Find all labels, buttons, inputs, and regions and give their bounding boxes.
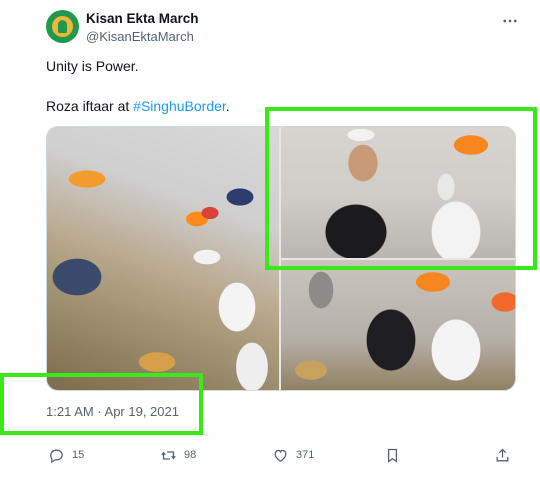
more-options-icon[interactable] — [498, 9, 522, 33]
reply-button[interactable]: 15 — [48, 444, 84, 466]
like-button[interactable]: 371 — [272, 444, 314, 466]
like-count: 371 — [296, 449, 315, 461]
action-bar: 15 98 371 — [46, 444, 516, 466]
user-handle[interactable]: @KisanEktaMarch — [86, 29, 194, 44]
avatar[interactable] — [46, 10, 79, 43]
photo-sharing-meal[interactable] — [281, 260, 515, 390]
share-button[interactable] — [494, 444, 511, 466]
share-icon — [496, 448, 509, 461]
post-text-line-2: Roza iftaar at #SinghuBorder. — [46, 98, 230, 114]
photo-iftaar-crowd[interactable] — [47, 127, 279, 390]
display-name[interactable]: Kisan Ekta March — [86, 11, 199, 26]
post-text-suffix: . — [225, 98, 230, 114]
bookmark-icon — [387, 448, 398, 463]
tweet: Kisan Ekta March @KisanEktaMarch Unity i… — [0, 0, 540, 481]
post-text-line-1: Unity is Power. — [46, 58, 139, 74]
heart-icon — [274, 449, 287, 462]
post-text-prefix: Roza iftaar at — [46, 98, 134, 114]
kisan-ekta-logo-icon — [52, 16, 73, 37]
reply-icon — [50, 449, 63, 463]
photo-feeding-each-other[interactable] — [281, 127, 515, 258]
bookmark-button[interactable] — [384, 444, 401, 466]
retweet-icon — [161, 450, 176, 460]
media-grid — [46, 126, 516, 391]
retweet-button[interactable]: 98 — [160, 444, 196, 466]
hashtag-link[interactable]: #SinghuBorder — [133, 98, 226, 114]
retweet-count: 98 — [184, 449, 197, 461]
post-timestamp[interactable]: 1:21 AM · Apr 19, 2021 — [46, 404, 179, 419]
reply-count: 15 — [72, 449, 85, 461]
